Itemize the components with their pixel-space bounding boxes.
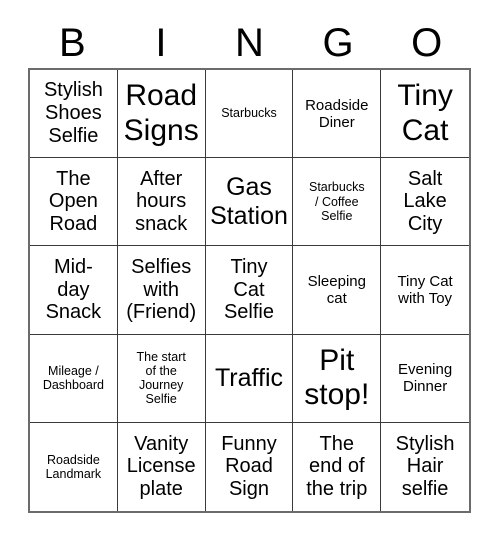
- bingo-cell-r5c2[interactable]: Vanity License plate: [117, 422, 206, 511]
- bingo-cell-r5c5[interactable]: Stylish Hair selfie: [381, 422, 469, 511]
- bingo-cell-r2c5[interactable]: Salt Lake City: [381, 158, 469, 247]
- bingo-card: B I N G O Stylish Shoes Selfie Road Signs…: [0, 0, 500, 544]
- bingo-cell-r1c3[interactable]: Starbucks: [205, 70, 294, 159]
- bingo-header-letter-n: N: [235, 21, 264, 65]
- bingo-cell-label: Stylish Shoes Selfie: [43, 79, 103, 147]
- bingo-cell-label: Starbucks / Coffee Selfie: [308, 180, 365, 223]
- bingo-cell-label: Mid- day Snack: [45, 255, 102, 324]
- bingo-cell-label: Salt Lake City: [403, 167, 447, 236]
- bingo-cell-label: The start of the Journey Selfie: [136, 349, 186, 407]
- bingo-cell-label: Roadside Diner: [305, 96, 369, 131]
- bingo-cell-label: Tiny Cat Selfie: [223, 255, 274, 324]
- bingo-cell-r1c4[interactable]: Roadside Diner: [293, 70, 382, 159]
- bingo-cell-label: Starbucks: [221, 106, 277, 121]
- bingo-header-letter-g: G: [322, 21, 354, 65]
- bingo-cell-r4c1[interactable]: Mileage / Dashboard: [30, 334, 118, 423]
- bingo-cell-label: Evening Dinner: [397, 361, 453, 396]
- bingo-header-letter-o: O: [411, 21, 443, 65]
- bingo-cell-label: The Open Road: [48, 167, 98, 236]
- bingo-cell-r3c3[interactable]: Tiny Cat Selfie: [205, 246, 294, 335]
- bingo-cell-r4c2[interactable]: The start of the Journey Selfie: [117, 334, 206, 423]
- bingo-cell-r4c5[interactable]: Evening Dinner: [381, 334, 469, 423]
- bingo-cell-r3c2[interactable]: Selfies with (Friend): [117, 246, 206, 335]
- bingo-cell-r2c1[interactable]: The Open Road: [30, 158, 118, 247]
- bingo-cell-r5c1[interactable]: Roadside Landmark: [30, 422, 118, 511]
- bingo-header-letter-i: I: [155, 21, 167, 65]
- bingo-cell-label: Tiny Cat with Toy: [397, 272, 453, 307]
- bingo-header-row: B I N G O: [28, 18, 471, 68]
- bingo-cell-label: Funny Road Sign: [221, 432, 277, 501]
- bingo-cell-label: The end of the trip: [306, 432, 368, 501]
- bingo-cell-label: Roadside Landmark: [45, 452, 102, 481]
- bingo-cell-label: Stylish Hair selfie: [395, 432, 455, 501]
- bingo-cell-label: Sleeping cat: [307, 272, 366, 307]
- bingo-cell-r5c4[interactable]: The end of the trip: [293, 422, 382, 511]
- bingo-cell-r3c5[interactable]: Tiny Cat with Toy: [381, 246, 469, 335]
- bingo-cell-r2c3[interactable]: Gas Station: [205, 158, 294, 247]
- bingo-cell-label: Pit stop!: [304, 344, 370, 412]
- bingo-cell-label: Traffic: [214, 363, 284, 392]
- bingo-cell-r5c3[interactable]: Funny Road Sign: [205, 422, 294, 511]
- bingo-cell-r4c4[interactable]: Pit stop!: [293, 334, 382, 423]
- bingo-header-letter-b: B: [58, 21, 86, 65]
- bingo-cell-label: Vanity License plate: [126, 432, 196, 501]
- bingo-cell-label: Gas Station: [210, 173, 288, 230]
- bingo-grid: Stylish Shoes Selfie Road Signs Starbucks R…: [28, 68, 471, 513]
- bingo-cell-r4c3[interactable]: Traffic: [205, 334, 294, 423]
- bingo-cell-r1c1[interactable]: Stylish Shoes Selfie: [30, 70, 118, 159]
- bingo-cell-label: Road Signs: [123, 79, 199, 147]
- bingo-cell-r1c5[interactable]: Tiny Cat: [381, 70, 469, 159]
- bingo-cell-r3c4[interactable]: Sleeping cat: [293, 246, 382, 335]
- bingo-cell-label: Tiny Cat: [397, 79, 453, 147]
- bingo-cell-r1c2[interactable]: Road Signs: [117, 70, 206, 159]
- bingo-cell-label: Selfies with (Friend): [126, 255, 197, 324]
- bingo-cell-r3c1[interactable]: Mid- day Snack: [30, 246, 118, 335]
- bingo-cell-r2c2[interactable]: After hours snack: [117, 158, 206, 247]
- bingo-cell-label: After hours snack: [135, 167, 188, 236]
- bingo-cell-label: Mileage / Dashboard: [42, 363, 104, 393]
- bingo-cell-r2c4[interactable]: Starbucks / Coffee Selfie: [293, 158, 382, 247]
